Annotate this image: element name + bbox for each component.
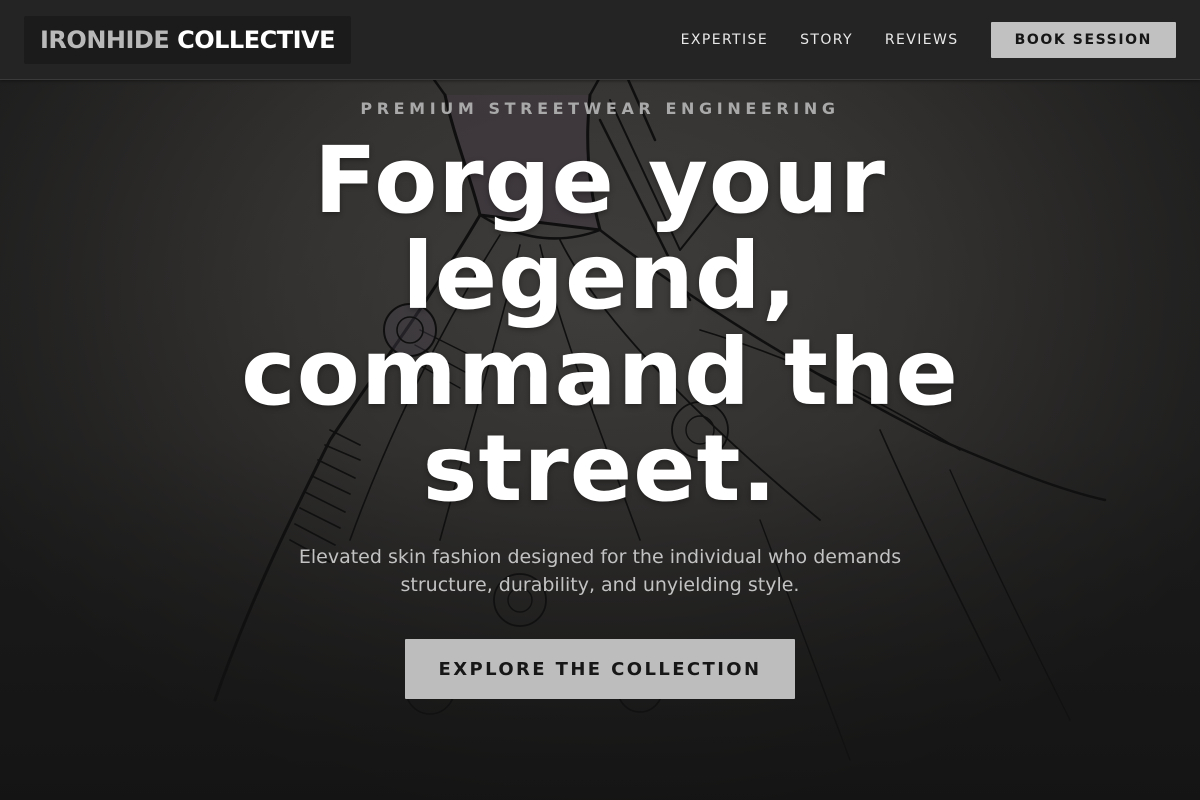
book-session-button[interactable]: BOOK SESSION: [990, 22, 1176, 58]
logo-word-ironhide: IRONHIDE: [40, 26, 170, 54]
hero-section: PREMIUM STREETWEAR ENGINEERING Forge you…: [0, 80, 1200, 699]
explore-collection-button[interactable]: EXPLORE THE COLLECTION: [405, 639, 795, 699]
landing-page: IRONHIDE COLLECTIVE EXPERTISE STORY REVI…: [0, 0, 1200, 800]
hero-eyebrow: PREMIUM STREETWEAR ENGINEERING: [360, 99, 840, 118]
main-nav: EXPERTISE STORY REVIEWS BOOK SESSION: [681, 0, 1176, 80]
nav-link-reviews[interactable]: REVIEWS: [885, 32, 959, 48]
nav-link-story[interactable]: STORY: [800, 32, 853, 48]
nav-link-expertise[interactable]: EXPERTISE: [681, 32, 768, 48]
logo-word-collective: COLLECTIVE: [177, 26, 335, 54]
hero-subtitle: Elevated skin fashion designed for the i…: [298, 546, 902, 596]
site-header: IRONHIDE COLLECTIVE EXPERTISE STORY REVI…: [0, 0, 1200, 80]
hero-title: Forge your legend, command the street.: [241, 127, 959, 522]
brand-logo[interactable]: IRONHIDE COLLECTIVE: [24, 16, 351, 64]
